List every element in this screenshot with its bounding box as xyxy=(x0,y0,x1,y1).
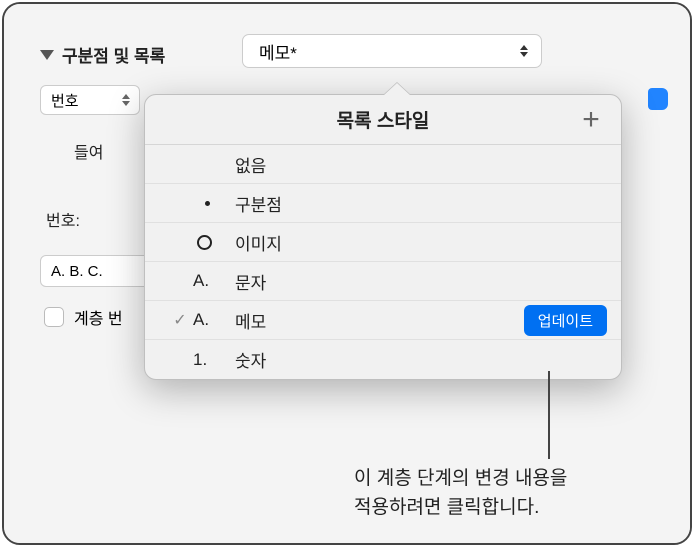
list-item-label: 없음 xyxy=(235,152,607,177)
check-icon: ✓ xyxy=(167,310,193,330)
popover-title: 목록 스타일 xyxy=(337,106,430,133)
list-style-item-memo[interactable]: ✓ A. 메모 업데이트 xyxy=(145,301,621,340)
chevron-updown-icon xyxy=(119,91,133,109)
tier-checkbox[interactable] xyxy=(44,307,64,327)
section-disclosure[interactable]: 구분점 및 목록 xyxy=(22,42,232,67)
list-style-popover: 목록 스타일 + 없음 구분점 이 xyxy=(144,94,622,380)
add-style-button[interactable]: + xyxy=(575,104,607,136)
list-style-item-none[interactable]: 없음 xyxy=(145,145,621,184)
callout-text: 이 계층 단계의 변경 내용을 적용하려면 클릭합니다. xyxy=(354,465,674,522)
preview-memo: A. xyxy=(193,310,235,330)
number-type-label: 번호 xyxy=(51,90,79,111)
list-style-item-bullet[interactable]: 구분점 xyxy=(145,184,621,223)
bullet-icon xyxy=(193,201,235,206)
preview-number: 1. xyxy=(193,350,235,370)
chevron-updown-icon xyxy=(517,42,531,60)
chevron-down-icon xyxy=(40,50,54,60)
list-style-dropdown[interactable]: 메모* xyxy=(242,34,542,68)
number-type-select[interactable]: 번호 xyxy=(40,85,140,115)
callout-leader-line xyxy=(548,371,550,459)
circle-icon xyxy=(193,235,235,250)
update-button[interactable]: 업데이트 xyxy=(524,305,607,336)
list-item-label: 메모 xyxy=(235,308,524,333)
list-style-current: 메모* xyxy=(259,39,297,64)
preview-letter: A. xyxy=(193,271,235,291)
list-item-label: 이미지 xyxy=(235,230,607,255)
tier-checkbox-label: 계층 번 xyxy=(74,305,123,329)
number-format-value: A. B. C. xyxy=(51,263,103,280)
list-item-label: 문자 xyxy=(235,269,607,294)
section-title: 구분점 및 목록 xyxy=(62,42,165,67)
list-item-label: 구분점 xyxy=(235,191,607,216)
plus-icon: + xyxy=(582,103,600,137)
list-item-label: 숫자 xyxy=(235,347,607,372)
list-style-item-image[interactable]: 이미지 xyxy=(145,223,621,262)
blue-segment-edge xyxy=(648,88,668,110)
list-style-item-letter[interactable]: A. 문자 xyxy=(145,262,621,301)
